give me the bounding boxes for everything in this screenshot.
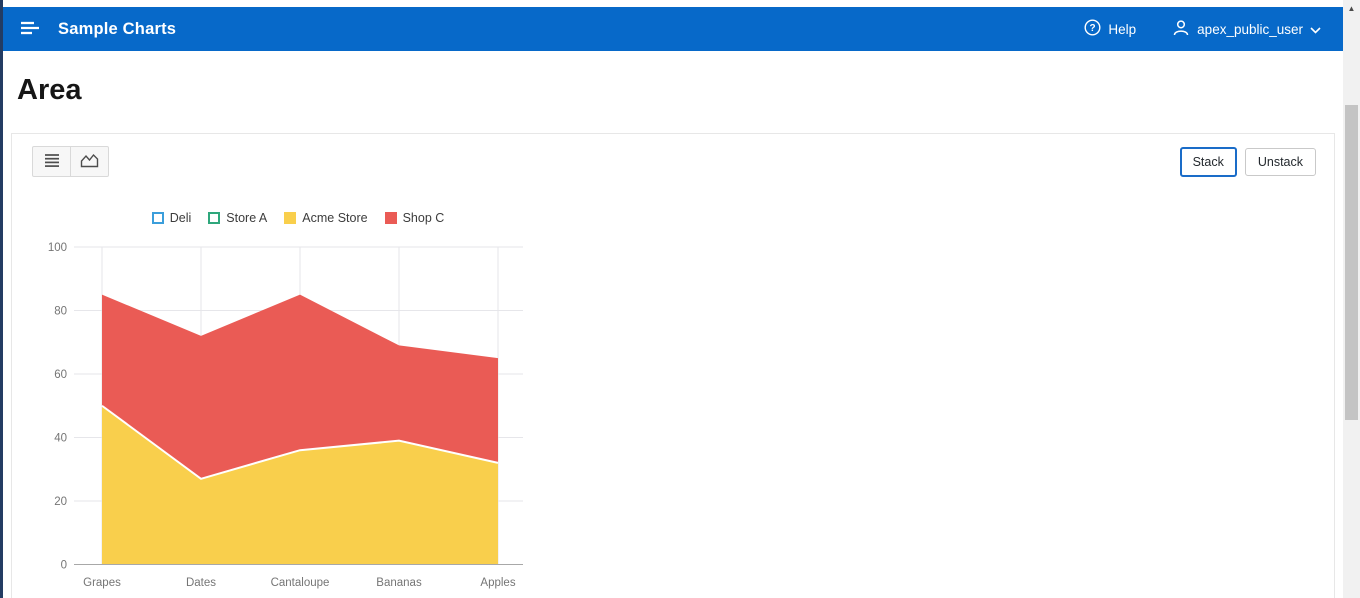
svg-text:0: 0 [61,560,67,572]
hamburger-icon [20,20,40,39]
app-window: Sample Charts ? Help apex_public_user Ar… [0,0,1360,598]
help-icon: ? [1084,19,1101,39]
scrollbar-thumb[interactable] [1345,105,1358,420]
area-chart-canvas: 0 20 40 60 80 100 Grapes Dates Cantaloupe Bananas… [48,242,523,589]
chevron-down-icon [1310,22,1321,37]
app-header: Sample Charts ? Help apex_public_user [0,7,1343,51]
page-title: Area [17,74,82,106]
chart-legend: Deli Store A Acme Store Shop C [48,211,548,225]
legend-swatch [151,212,164,224]
app-title: Sample Charts [58,19,177,38]
svg-text:Bananas: Bananas [376,577,422,589]
legend-swatch [384,212,397,224]
menu-button[interactable] [16,16,44,43]
svg-text:?: ? [1090,23,1096,34]
legend-label: Store A [226,211,268,225]
svg-text:Cantaloupe: Cantaloupe [271,577,330,589]
chart-view-button[interactable] [70,146,109,177]
svg-text:100: 100 [48,242,67,254]
legend-item-shop-c[interactable]: Shop C [384,211,445,225]
region-toolbar: Stack Unstack [32,146,1316,177]
legend-swatch [284,212,297,224]
unstack-button[interactable]: Unstack [1244,147,1316,176]
data-list-icon [44,153,60,171]
legend-item-store-a[interactable]: Store A [208,211,267,225]
legend-label: Shop C [402,211,445,225]
legend-label: Acme Store [302,211,368,225]
svg-text:80: 80 [54,306,67,318]
svg-text:Apples: Apples [480,577,515,589]
legend-item-deli[interactable]: Deli [151,211,192,225]
user-icon [1172,19,1190,39]
help-label: Help [1108,21,1137,37]
window-left-edge [0,0,3,598]
chart-region: Stack Unstack Deli Store A Acme Store Shop … [11,133,1335,598]
scroll-up-arrow[interactable]: ▲ [1343,0,1360,16]
vertical-scrollbar[interactable]: ▲ [1343,0,1360,598]
legend-swatch [208,212,221,224]
stack-button[interactable]: Stack [1179,146,1237,177]
stack-controls: Stack Unstack [1179,146,1316,177]
user-label: apex_public_user [1197,21,1303,37]
svg-text:Grapes: Grapes [83,577,121,589]
view-toggle-group [32,146,109,177]
svg-text:40: 40 [54,433,67,445]
svg-text:60: 60 [54,369,67,381]
area-chart-icon [80,153,99,171]
legend-item-acme-store[interactable]: Acme Store [284,211,368,225]
data-view-button[interactable] [32,146,71,177]
svg-text:Dates: Dates [186,577,216,589]
legend-label: Deli [169,211,192,225]
svg-text:20: 20 [54,496,67,508]
user-menu[interactable]: apex_public_user [1166,18,1327,40]
help-link[interactable]: ? Help [1078,18,1142,40]
